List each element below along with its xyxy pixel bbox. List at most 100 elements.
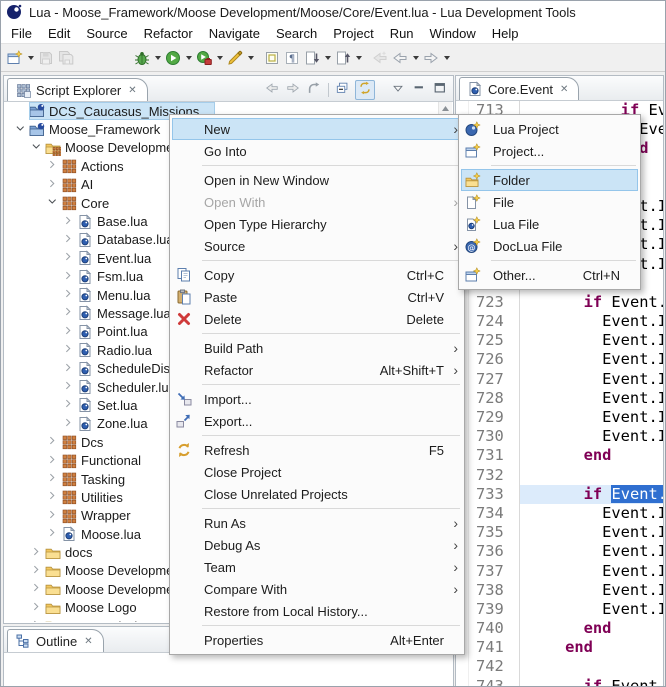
current-code-line[interactable]: if Event.IniObjectCategory == Object.Cat…	[520, 485, 663, 504]
code-text[interactable]: Event.IniGroupName = Event.IniDCSUnitNam…	[520, 600, 663, 619]
new-wizard-button[interactable]	[5, 46, 25, 70]
chevron-right-icon[interactable]	[45, 455, 61, 467]
context-menu-item-properties[interactable]: PropertiesAlt+Enter	[172, 629, 462, 651]
menubar-item-help[interactable]: Help	[484, 25, 527, 42]
chevron-right-icon[interactable]	[61, 289, 77, 301]
chevron-right-icon[interactable]	[61, 307, 77, 319]
collapse-all-button[interactable]	[334, 81, 352, 99]
context-menu-item-go-into[interactable]: Go Into	[172, 140, 462, 162]
run-button[interactable]	[163, 46, 183, 70]
context-menu-item-export-[interactable]: Export...	[172, 410, 462, 432]
context-menu-item-open-type-hierarchy[interactable]: Open Type Hierarchy	[172, 213, 462, 235]
menubar-item-window[interactable]: Window	[422, 25, 484, 42]
dropdown-caret-icon[interactable]	[413, 56, 419, 60]
editor-line-726[interactable]: 726 Event.IniUnitName = Event.IniDCSUnit…	[456, 350, 663, 369]
chevron-right-icon[interactable]	[61, 418, 77, 430]
editor-line-735[interactable]: 735 Event.IniDCSUnitName = Event.IniDCSU…	[456, 523, 663, 542]
view-forward-button[interactable]	[284, 81, 302, 99]
context-menu-item-import-[interactable]: Import...	[172, 388, 462, 410]
chevron-right-icon[interactable]	[45, 179, 61, 191]
new-submenu-item-other-[interactable]: Other...Ctrl+N	[461, 264, 638, 286]
editor-line-732[interactable]: 732	[456, 466, 663, 485]
chevron-right-icon[interactable]	[61, 216, 77, 228]
chevron-right-icon[interactable]	[61, 271, 77, 283]
dropdown-caret-icon[interactable]	[186, 56, 192, 60]
editor-line-724[interactable]: 724 Event.IniDCSUnit = Event.initiator	[456, 312, 663, 331]
editor-line-736[interactable]: 736 Event.IniUnitName = Event.IniDCSUnit…	[456, 542, 663, 561]
code-text[interactable]: end	[520, 619, 663, 638]
chevron-right-icon[interactable]	[61, 381, 77, 393]
menubar-item-file[interactable]: File	[3, 25, 40, 42]
mark-brush-button[interactable]	[225, 46, 245, 70]
view-back-button[interactable]	[263, 81, 281, 99]
chevron-right-icon[interactable]	[29, 547, 45, 559]
new-submenu-item-file[interactable]: File	[461, 191, 638, 213]
code-text[interactable]: if Event.target then	[520, 677, 663, 686]
menubar-item-source[interactable]: Source	[78, 25, 135, 42]
context-menu-item-copy[interactable]: CopyCtrl+C	[172, 264, 462, 286]
dropdown-caret-icon[interactable]	[28, 56, 34, 60]
editor-line-727[interactable]: 727 Event.IniUnit = UNIT:FindByName( Eve…	[456, 370, 663, 389]
chevron-right-icon[interactable]	[29, 583, 45, 595]
view-menu-button[interactable]	[389, 81, 407, 99]
code-text[interactable]: Event.IniUnitName = Event.IniDCSUnitName	[520, 350, 663, 369]
dropdown-caret-icon[interactable]	[444, 56, 450, 60]
editor-line-743[interactable]: 743 if Event.target then	[456, 677, 663, 686]
context-menu-item-refresh[interactable]: RefreshF5	[172, 439, 462, 461]
editor-line-729[interactable]: 729 Event.IniDCSGroupName = Event.IniDCS…	[456, 408, 663, 427]
chevron-right-icon[interactable]	[61, 399, 77, 411]
code-text[interactable]: Event.IniUnitName = Event.IniDCSUnitName	[520, 542, 663, 561]
forward-button[interactable]	[421, 46, 441, 70]
chevron-right-icon[interactable]	[61, 234, 77, 246]
editor-line-723[interactable]: 723 if Event.IniObjectCategory == Object…	[456, 293, 663, 312]
mark-occurrences-button[interactable]	[262, 46, 282, 70]
menubar-item-project[interactable]: Project	[325, 25, 381, 42]
code-text[interactable]: Event.IniDCSUnit = Event.initiator	[520, 312, 663, 331]
chevron-right-icon[interactable]	[45, 436, 61, 448]
close-icon[interactable]: ✕	[560, 84, 568, 95]
link-editor-button[interactable]	[355, 80, 375, 100]
new-submenu-item-lua-project[interactable]: Lua Project	[461, 118, 638, 140]
minimize-view-button[interactable]	[410, 81, 428, 99]
dropdown-caret-icon[interactable]	[356, 56, 362, 60]
chevron-right-icon[interactable]	[45, 491, 61, 503]
editor-line-740[interactable]: 740 end	[456, 619, 663, 638]
dropdown-caret-icon[interactable]	[155, 56, 161, 60]
tab-outline[interactable]: Outline ✕	[7, 629, 104, 652]
context-menu-item-open-in-new-window[interactable]: Open in New Window	[172, 169, 462, 191]
editor-line-737[interactable]: 737 Event.IniUnit = STATIC:FindByName( E…	[456, 562, 663, 581]
chevron-right-icon[interactable]	[29, 602, 45, 614]
next-annotation-button[interactable]	[302, 46, 322, 70]
code-text[interactable]: if Event.IniObjectCategory == Object.Cat…	[520, 293, 663, 312]
context-menu-item-close-unrelated-projects[interactable]: Close Unrelated Projects	[172, 483, 462, 505]
dropdown-caret-icon[interactable]	[325, 56, 331, 60]
run-external-button[interactable]	[194, 46, 214, 70]
dropdown-caret-icon[interactable]	[217, 56, 223, 60]
code-text[interactable]: Event.IniDCSGroupName = Event.IniDCSUnit…	[520, 581, 663, 600]
context-menu-item-source[interactable]: Source›	[172, 235, 462, 257]
editor-line-739[interactable]: 739 Event.IniGroupName = Event.IniDCSUni…	[456, 600, 663, 619]
dropdown-caret-icon[interactable]	[248, 56, 254, 60]
menubar-item-navigate[interactable]: Navigate	[201, 25, 268, 42]
menubar-item-refactor[interactable]: Refactor	[136, 25, 201, 42]
code-text[interactable]: Event.IniDCSUnitName = Event.IniDCSUnit:…	[520, 331, 663, 350]
context-menu-item-delete[interactable]: DeleteDelete	[172, 308, 462, 330]
maximize-view-button[interactable]	[431, 81, 449, 99]
chevron-right-icon[interactable]	[29, 620, 45, 622]
close-icon[interactable]: ✕	[128, 85, 136, 96]
chevron-right-icon[interactable]	[45, 528, 61, 540]
context-menu-item-build-path[interactable]: Build Path›	[172, 337, 462, 359]
code-text[interactable]: Event.IniUnit = STATIC:FindByName( Event…	[520, 562, 663, 581]
context-menu-item-team[interactable]: Team›	[172, 556, 462, 578]
context-menu-item-close-project[interactable]: Close Project	[172, 461, 462, 483]
editor-line-734[interactable]: 734 Event.IniDCSUnit = Event.initiator	[456, 504, 663, 523]
editor-line-741[interactable]: 741 end	[456, 638, 663, 657]
menubar-item-search[interactable]: Search	[268, 25, 325, 42]
editor-line-738[interactable]: 738 Event.IniDCSGroupName = Event.IniDCS…	[456, 581, 663, 600]
code-text[interactable]	[520, 657, 663, 676]
tab-script-explorer[interactable]: Script Explorer ✕	[7, 78, 148, 101]
context-menu-item-refactor[interactable]: RefactorAlt+Shift+T›	[172, 359, 462, 381]
editor-line-725[interactable]: 725 Event.IniDCSUnitName = Event.IniDCSU…	[456, 331, 663, 350]
up-button[interactable]	[305, 81, 323, 99]
chevron-down-icon[interactable]	[45, 197, 61, 209]
